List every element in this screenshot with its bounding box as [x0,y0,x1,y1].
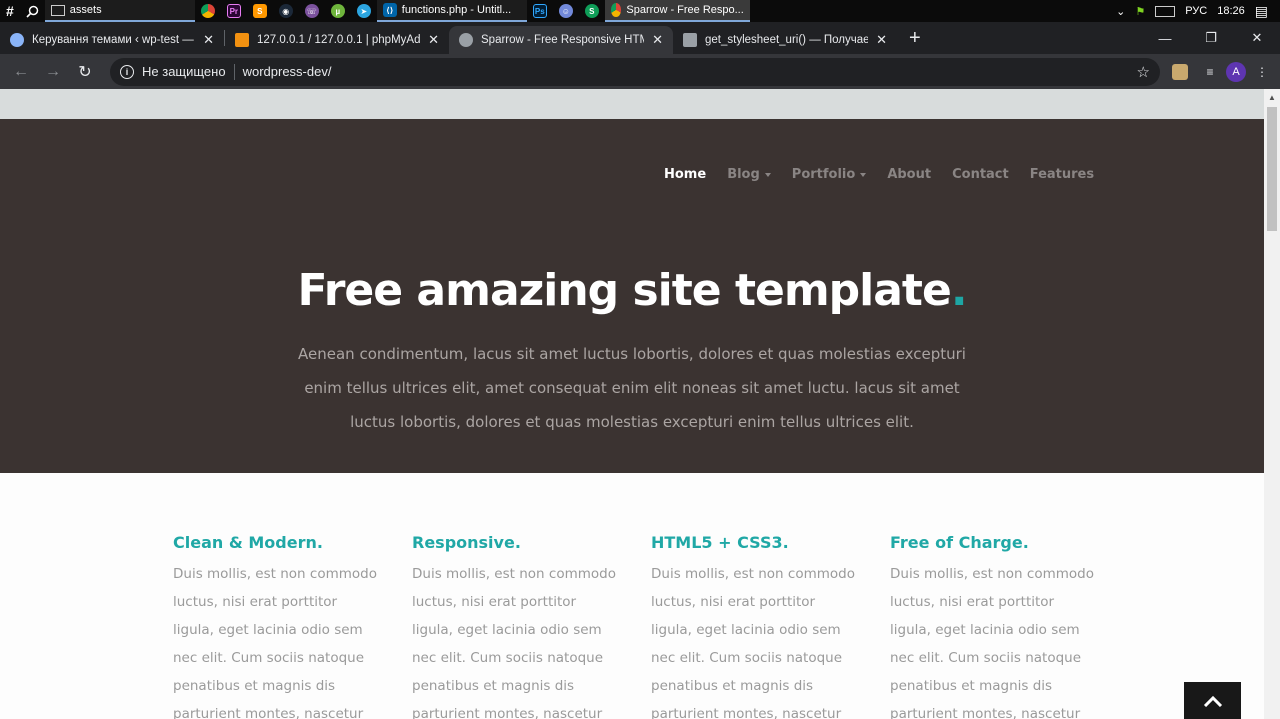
extension-icon[interactable] [1172,63,1188,80]
close-icon[interactable]: ✕ [203,32,214,48]
taskbar-explorer-label: assets [69,4,102,16]
feather-favicon-icon [683,33,697,47]
phpmyadmin-favicon-icon [235,33,249,47]
feature-title: Clean & Modern. [173,533,323,552]
close-icon[interactable]: ✕ [428,32,439,48]
clock[interactable]: 18:26 [1217,5,1245,17]
tab-title: 127.0.0.1 / 127.0.0.1 | phpMyAdmin [257,34,421,46]
chevron-up-icon[interactable]: ⌄ [1116,5,1125,18]
menu-dots-icon[interactable]: ⋮ [1252,62,1272,82]
nav-home[interactable]: Home [664,167,706,182]
telegram-icon[interactable]: ➤ [351,0,377,22]
page-scrollbar[interactable]: ▲ [1264,89,1280,719]
feature-title: Responsive. [412,533,521,552]
hero-section: Home Blog Portfolio About Contact Featur… [0,119,1264,473]
forward-button[interactable]: → [40,59,66,85]
taskbar-vscode[interactable]: ⟨⟩ functions.php - Untitl... [376,0,527,22]
nav-portfolio[interactable]: Portfolio [792,167,867,182]
globe-favicon-icon [459,33,473,47]
hero-title-dot: . [950,265,968,316]
flag-icon[interactable]: ⚑ [1135,5,1145,18]
premiere-icon[interactable]: Pr [221,0,247,22]
notifications-icon[interactable]: ▤ [1255,3,1268,20]
restore-icon[interactable]: ❐ [1188,22,1234,54]
caret-down-icon [860,172,867,177]
taskbar-chrome-label: Sparrow - Free Respo... [626,4,744,16]
tab-wp-themes[interactable]: Керування темами ‹ wp-test — W ✕ [0,26,224,54]
feature-body: Duis mollis, est non commodo luctus, nis… [651,566,855,719]
folder-icon [50,4,65,16]
browser-toolbar: ← → ↻ i Не защищено wordpress-dev/ ☆ ≡ A… [0,54,1280,89]
back-button[interactable]: ← [8,59,34,85]
wordpress-favicon-icon [10,33,24,47]
hero-text: Aenean condimentum, lacus sit amet luctu… [298,345,966,431]
utorrent-icon[interactable]: µ [325,0,351,22]
photoshop-icon[interactable]: Ps [527,0,553,22]
address-bar[interactable]: i Не защищено wordpress-dev/ ☆ [110,57,1160,86]
main-nav: Home Blog Portfolio About Contact Featur… [664,167,1115,182]
page-viewport: Home Blog Portfolio About Contact Featur… [0,89,1280,719]
avatar[interactable]: A [1226,61,1246,82]
nav-about[interactable]: About [887,167,931,182]
chevron-up-icon [1203,695,1222,707]
taskbar-chrome[interactable]: Sparrow - Free Respo... [604,0,750,22]
page-content: Home Blog Portfolio About Contact Featur… [0,89,1264,719]
caret-down-icon [764,172,771,177]
language-indicator[interactable]: РУС [1185,5,1207,17]
chrome-taskbar-icon[interactable] [195,0,221,22]
tab-title: get_stylesheet_uri() — Получает [705,34,869,46]
close-icon[interactable]: ✕ [652,32,663,48]
close-window-icon[interactable]: ✕ [1234,22,1280,54]
viber-icon[interactable]: ☏ [299,0,325,22]
tab-title: Sparrow - Free Responsive HTML [481,34,645,46]
bookmark-star-icon[interactable]: ☆ [1137,63,1150,81]
discord-icon[interactable]: ☺ [553,0,579,22]
top-band [0,89,1264,119]
nav-features[interactable]: Features [1030,167,1094,182]
tab-get-stylesheet[interactable]: get_stylesheet_uri() — Получает ✕ [673,26,897,54]
steam-icon[interactable]: ◉ [273,0,299,22]
tab-strip: Керування темами ‹ wp-test — W ✕ 127.0.0… [0,22,1280,54]
tab-title: Керування темами ‹ wp-test — W [32,34,196,46]
back-to-top-button[interactable] [1184,682,1241,719]
security-label: Не защищено [142,64,226,79]
chrome-icon [610,3,622,17]
info-icon[interactable]: i [120,64,134,79]
close-icon[interactable]: ✕ [876,32,887,48]
reload-button[interactable]: ↻ [72,59,98,85]
new-tab-button[interactable]: + [897,24,933,52]
nav-blog[interactable]: Blog [727,167,771,182]
feature-column: Free of Charge. Duis mollis, est non com… [890,533,1095,719]
search-icon[interactable] [20,0,45,22]
vscode-icon: ⟨⟩ [382,3,397,17]
scroll-up-arrow-icon[interactable]: ▲ [1264,89,1280,105]
hash-icon[interactable]: # [0,0,20,22]
feature-body: Duis mollis, est non commodo luctus, nis… [890,566,1094,719]
hero-title: Free amazing site template. [297,265,968,316]
feature-column: Clean & Modern. Duis mollis, est non com… [173,533,378,719]
features-section: Clean & Modern. Duis mollis, est non com… [0,473,1264,719]
taskbar-explorer[interactable]: assets [44,0,195,22]
keyboard-icon[interactable] [1155,5,1176,17]
url-text[interactable]: wordpress-dev/ [243,64,332,79]
feature-body: Duis mollis, est non commodo luctus, nis… [173,566,377,719]
windows-taskbar: # assets Pr S ◉ ☏ µ ➤ ⟨⟩ functions.php -… [0,0,1280,22]
window-controls: — ❐ ✕ [1142,22,1280,54]
sublime-icon[interactable]: S [247,0,273,22]
taskbar-vscode-label: functions.php - Untitl... [401,4,512,16]
skype-icon[interactable]: S [579,0,605,22]
feature-title: Free of Charge. [890,533,1029,552]
feature-column: HTML5 + CSS3. Duis mollis, est non commo… [651,533,856,719]
media-queue-icon[interactable]: ≡ [1200,62,1220,82]
feature-column: Responsive. Duis mollis, est non commodo… [412,533,617,719]
minimize-icon[interactable]: — [1142,22,1188,54]
feature-title: HTML5 + CSS3. [651,533,789,552]
tab-phpmyadmin[interactable]: 127.0.0.1 / 127.0.0.1 | phpMyAdmin ✕ [225,26,449,54]
scroll-thumb[interactable] [1267,107,1277,231]
nav-contact[interactable]: Contact [952,167,1009,182]
feature-body: Duis mollis, est non commodo luctus, nis… [412,566,616,719]
tab-sparrow[interactable]: Sparrow - Free Responsive HTML ✕ [449,26,673,54]
